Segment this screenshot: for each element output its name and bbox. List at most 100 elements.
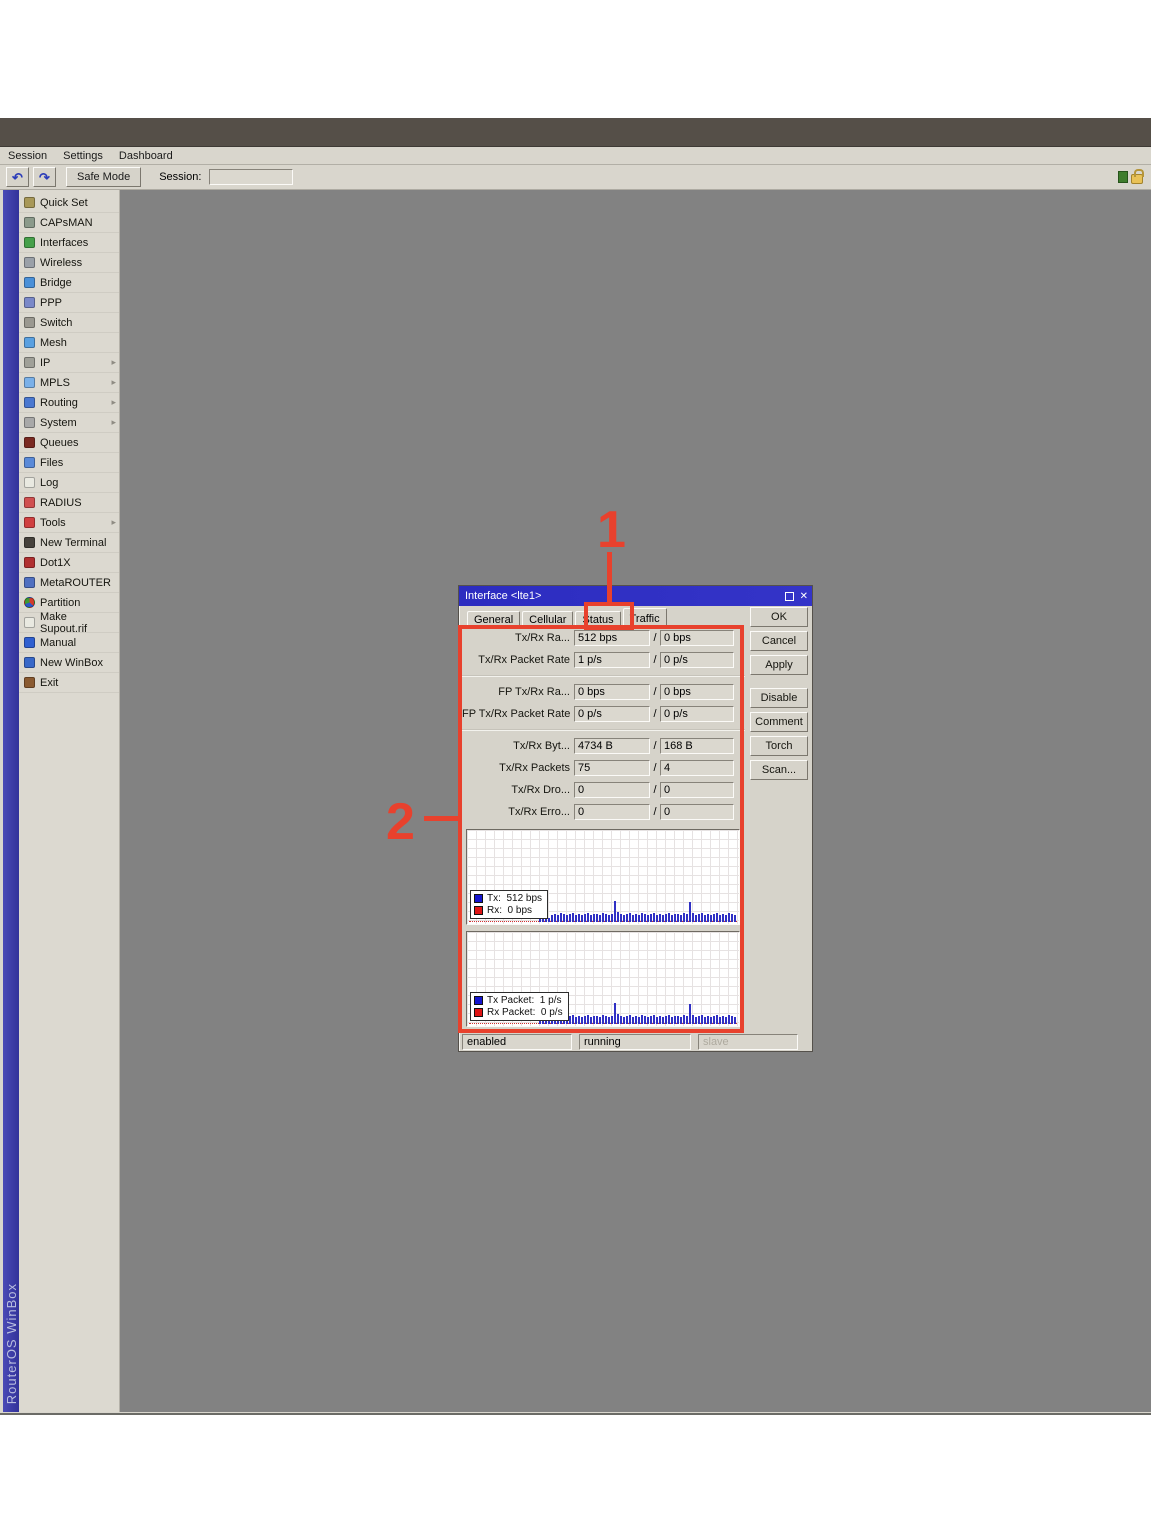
- sidebar-item-new-winbox[interactable]: New WinBox: [19, 653, 119, 673]
- sidebar-item-routing[interactable]: Routing▸: [19, 393, 119, 413]
- menu-session[interactable]: Session: [8, 150, 47, 162]
- traffic-bar: [614, 1003, 616, 1024]
- sidebar-item-metarouter[interactable]: MetaROUTER: [19, 573, 119, 593]
- traffic-bar: [617, 912, 619, 922]
- legend-entry-tx: Tx: 512 bps: [474, 893, 542, 904]
- redo-button[interactable]: ↷: [33, 167, 56, 187]
- undo-button[interactable]: ↶: [6, 167, 29, 187]
- sidebar-item-mpls[interactable]: MPLS▸: [19, 373, 119, 393]
- field-label: Tx/Rx Dro...: [462, 784, 570, 796]
- globe-icon: [24, 437, 35, 448]
- ppp-icon: [24, 297, 35, 308]
- sidebar-item-wireless[interactable]: Wireless: [19, 253, 119, 273]
- sidebar-item-label: CAPsMAN: [40, 217, 93, 229]
- field-input-tx[interactable]: [574, 782, 650, 798]
- field-input-tx[interactable]: [574, 706, 650, 722]
- traffic-bar: [695, 915, 697, 922]
- sidebar-item-ppp[interactable]: PPP: [19, 293, 119, 313]
- sidebar-item-label: New Terminal: [40, 537, 106, 549]
- sidebar-item-label: IP: [40, 357, 50, 369]
- close-icon[interactable]: ✕: [800, 592, 808, 601]
- restore-icon[interactable]: [785, 592, 794, 601]
- field-input-tx[interactable]: [574, 804, 650, 820]
- field-input-tx[interactable]: [574, 652, 650, 668]
- sidebar-item-bridge[interactable]: Bridge: [19, 273, 119, 293]
- traffic-bar: [719, 1017, 721, 1024]
- field-input-tx[interactable]: [574, 760, 650, 776]
- traffic-bar: [611, 1016, 613, 1024]
- field-input-rx[interactable]: [660, 652, 734, 668]
- traffic-rate-chart: Tx: 512 bpsRx: 0 bps: [466, 829, 740, 925]
- traffic-bar: [635, 914, 637, 922]
- traffic-bar: [554, 914, 556, 922]
- sidebar-item-ip[interactable]: IP▸: [19, 353, 119, 373]
- field-input-tx[interactable]: [574, 738, 650, 754]
- dialog-button-column: OK Cancel Apply Disable Comment Torch Scan...: [750, 607, 810, 780]
- field-input-rx[interactable]: [660, 706, 734, 722]
- tab-general[interactable]: General: [467, 611, 520, 629]
- sidebar-item-files[interactable]: Files: [19, 453, 119, 473]
- menu-settings[interactable]: Settings: [63, 150, 103, 162]
- field-input-rx[interactable]: [660, 738, 734, 754]
- dot1x-icon: [24, 557, 35, 568]
- traffic-bar: [539, 919, 541, 922]
- field-input-rx[interactable]: [660, 630, 734, 646]
- sidebar-item-interfaces[interactable]: Interfaces: [19, 233, 119, 253]
- comment-button[interactable]: Comment: [750, 712, 808, 732]
- menu-dashboard[interactable]: Dashboard: [119, 150, 173, 162]
- rx-packet-swatch: [474, 1008, 483, 1017]
- toolbar: ↶ ↷ Safe Mode Session:: [0, 165, 1151, 190]
- session-input[interactable]: [209, 169, 293, 185]
- ok-button[interactable]: OK: [750, 607, 808, 627]
- field-input-rx[interactable]: [660, 760, 734, 776]
- tools-icon: [24, 517, 35, 528]
- traffic-bar: [701, 913, 703, 922]
- sidebar-item-log[interactable]: Log: [19, 473, 119, 493]
- traffic-bar: [548, 918, 550, 922]
- traffic-bar: [584, 1016, 586, 1024]
- interface-dialog: Interface <lte1> ✕ GeneralCellularStatus…: [458, 585, 813, 1052]
- sidebar-item-manual[interactable]: Manual: [19, 633, 119, 653]
- sidebar-item-make-supout-rif[interactable]: Make Supout.rif: [19, 613, 119, 633]
- torch-button[interactable]: Torch: [750, 736, 808, 756]
- tab-traffic[interactable]: Traffic: [623, 608, 667, 629]
- sidebar-item-switch[interactable]: Switch: [19, 313, 119, 333]
- sidebar-item-capsman[interactable]: CAPsMAN: [19, 213, 119, 233]
- safe-mode-button[interactable]: Safe Mode: [66, 167, 141, 187]
- traffic-bar: [668, 1015, 670, 1024]
- sidebar-item-queues[interactable]: Queues: [19, 433, 119, 453]
- field-input-rx[interactable]: [660, 782, 734, 798]
- sidebar-item-new-terminal[interactable]: New Terminal: [19, 533, 119, 553]
- tab-cellular[interactable]: Cellular: [522, 611, 573, 629]
- apply-button[interactable]: Apply: [750, 655, 808, 675]
- rx-swatch: [474, 906, 483, 915]
- slash-separator: /: [650, 740, 660, 752]
- field-input-tx[interactable]: [574, 684, 650, 700]
- tab-status[interactable]: Status: [575, 611, 620, 629]
- field-input-rx[interactable]: [660, 804, 734, 820]
- manual-help-icon: [24, 637, 35, 648]
- scan-button[interactable]: Scan...: [750, 760, 808, 780]
- sidebar-item-radius[interactable]: RADIUS: [19, 493, 119, 513]
- antenna-icon: [24, 217, 35, 228]
- sidebar-item-tools[interactable]: Tools▸: [19, 513, 119, 533]
- field-input-tx[interactable]: [574, 630, 650, 646]
- sidebar-item-exit[interactable]: Exit: [19, 673, 119, 693]
- traffic-bar: [620, 914, 622, 922]
- sidebar-item-mesh[interactable]: Mesh: [19, 333, 119, 353]
- cancel-button[interactable]: Cancel: [750, 631, 808, 651]
- traffic-bar: [620, 1016, 622, 1024]
- traffic-bar: [692, 1015, 694, 1024]
- field-input-rx[interactable]: [660, 684, 734, 700]
- sidebar-item-system[interactable]: System▸: [19, 413, 119, 433]
- legend-entry-tx-packet: Tx Packet: 1 p/s: [474, 995, 563, 1006]
- radius-users-icon: [24, 497, 35, 508]
- sidebar-item-quick-set[interactable]: Quick Set: [19, 193, 119, 213]
- sidebar-item-dot1x[interactable]: Dot1X: [19, 553, 119, 573]
- traffic-bar: [707, 1016, 709, 1024]
- disable-button[interactable]: Disable: [750, 688, 808, 708]
- rate-chart-legend: Tx: 512 bpsRx: 0 bps: [470, 890, 548, 919]
- window-title-bar: [0, 118, 1151, 147]
- traffic-bar: [608, 1017, 610, 1024]
- tx-bars: [539, 901, 736, 922]
